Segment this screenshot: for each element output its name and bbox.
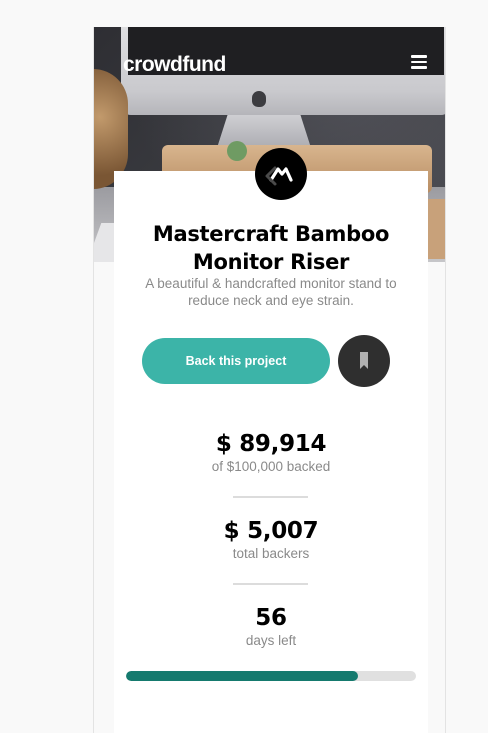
project-card: Mastercraft Bamboo Monitor Riser A beaut… [114, 171, 428, 733]
stat-backed-label: of $100,000 backed [211, 459, 331, 474]
back-project-button[interactable]: Back this project [142, 338, 330, 384]
bookmark-button[interactable] [338, 335, 390, 387]
stat-days-value: 56 [255, 605, 287, 631]
funding-progress-bar [126, 671, 416, 681]
stat-days-label: days left [245, 633, 297, 648]
stat-backed: $ 89,914 of $100,000 backed [114, 430, 428, 476]
project-title: Mastercraft Bamboo Monitor Riser [152, 222, 390, 274]
mastercraft-logo-icon [255, 148, 307, 200]
stat-backed-value: $ 89,914 [215, 431, 327, 457]
stat-backers-label: total backers [232, 546, 310, 561]
stat-divider [233, 496, 308, 498]
hamburger-icon[interactable] [411, 55, 427, 69]
bookmark-icon [360, 352, 368, 369]
funding-progress-fill [126, 671, 358, 681]
stat-backers: $ 5,007 total backers [114, 517, 428, 563]
crowdfund-logo[interactable]: crowdfund [123, 51, 226, 79]
project-description: A beautiful & handcrafted monitor stand … [145, 276, 397, 308]
stat-divider [233, 583, 308, 585]
stat-days: 56 days left [114, 604, 428, 650]
stat-backers-value: $ 5,007 [223, 518, 319, 544]
mobile-page: crowdfund Mastercraft Bamboo Monitor Ris… [93, 27, 446, 733]
